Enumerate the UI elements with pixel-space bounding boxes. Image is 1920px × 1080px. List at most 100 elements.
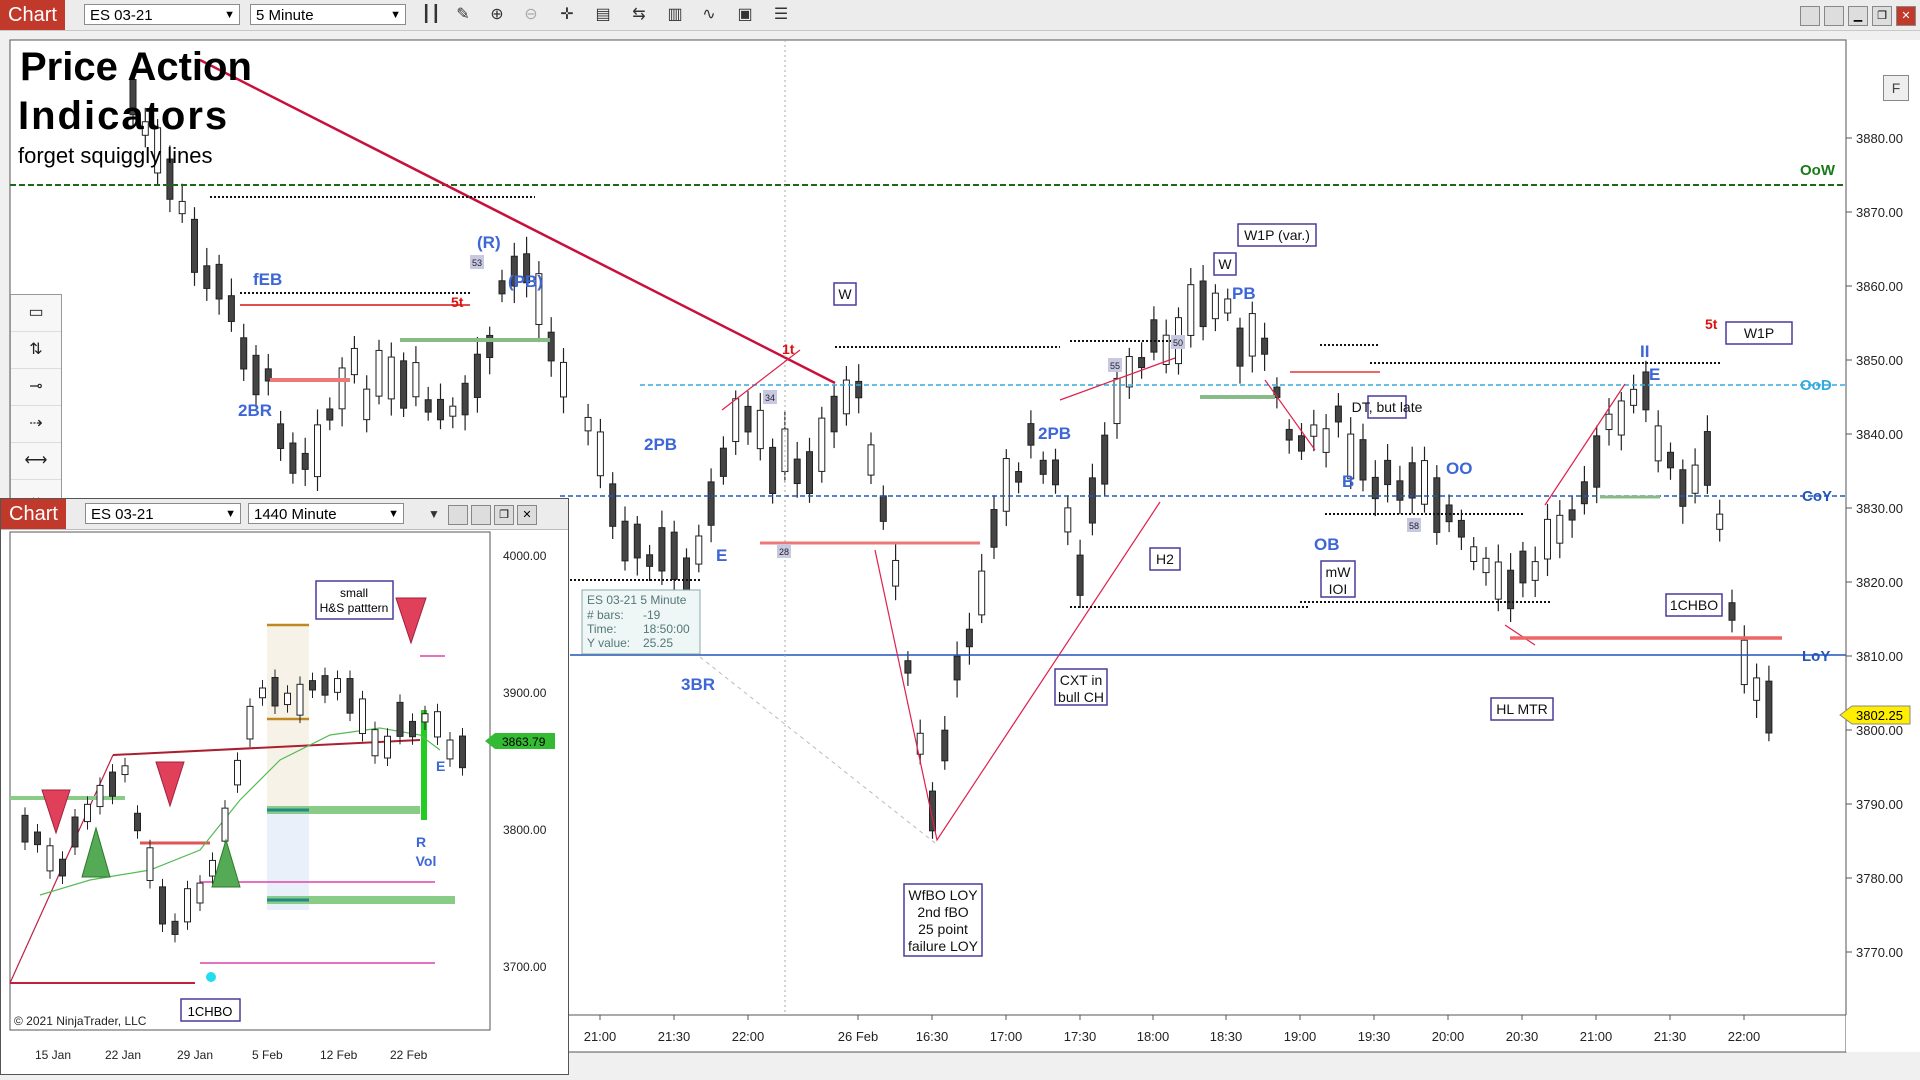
- ood-label: OoD: [1800, 377, 1832, 394]
- annotation-text: W1P: [1744, 325, 1774, 341]
- title-line-1: Price Action: [20, 45, 252, 89]
- count-label: 55: [1110, 361, 1120, 371]
- minimize-button[interactable]: ▁: [1848, 6, 1868, 26]
- data-series-icon[interactable]: ▥: [664, 4, 686, 26]
- count-label: 50: [1173, 338, 1183, 348]
- annotation-text: 25 point: [918, 921, 968, 937]
- price-tick: 3880.00: [1856, 131, 1903, 146]
- inset-chart-window[interactable]: Chart ES 03-21 ▼ 1440 Minute ▼ ▼ ❐ ✕ 400…: [0, 498, 569, 1075]
- annotation-text: HL MTR: [1496, 701, 1548, 717]
- count-label: 58: [1409, 521, 1419, 531]
- info-time-value: 18:50:00: [643, 622, 690, 636]
- count-label: 53: [472, 258, 482, 268]
- chart-tab[interactable]: Chart: [0, 0, 65, 30]
- annotation-text: H2: [1156, 551, 1174, 567]
- label-5t: 5t: [1705, 316, 1718, 332]
- annotation-text: bull CH: [1058, 689, 1104, 705]
- price-tick: 3780.00: [1856, 871, 1903, 886]
- label-3br: 3BR: [681, 675, 715, 694]
- annotation-text: CXT in: [1060, 672, 1103, 688]
- crosshair-icon[interactable]: ✛: [556, 4, 578, 26]
- inset-restore-button[interactable]: ❐: [494, 505, 514, 525]
- label-feb: fEB: [253, 270, 282, 289]
- inset-date: 12 Feb: [320, 1048, 358, 1062]
- line-icon[interactable]: ⊸: [11, 369, 61, 406]
- ray-icon[interactable]: ⇢: [11, 406, 61, 443]
- f-button[interactable]: F: [1883, 75, 1909, 101]
- pencil-icon[interactable]: ✎: [452, 4, 474, 26]
- restore-button[interactable]: ❐: [1872, 6, 1892, 26]
- count-label: 34: [765, 393, 775, 403]
- interval-select[interactable]: 5 Minute ▼: [250, 4, 406, 25]
- zoom-in-icon[interactable]: ⊕: [486, 4, 508, 26]
- inset-chart-tab[interactable]: Chart: [1, 499, 66, 529]
- tile-button-2[interactable]: [1824, 6, 1844, 26]
- inset-tick: 3800.00: [503, 823, 547, 837]
- inset-interval-value: 1440 Minute: [254, 506, 337, 523]
- inset-toolbar: Chart ES 03-21 ▼ 1440 Minute ▼ ▼ ❐ ✕: [1, 499, 568, 530]
- time-tick: 17:00: [990, 1029, 1023, 1044]
- bars-type-icon[interactable]: ┃┃: [420, 4, 442, 26]
- inset-instrument-value: ES 03-21: [91, 506, 154, 523]
- info-line-1: ES 03-21 5 Minute: [587, 593, 687, 607]
- arrows-icon[interactable]: ⇅: [11, 332, 61, 369]
- list-icon[interactable]: ☰: [770, 4, 792, 26]
- annotation-text: 1CHBO: [1670, 597, 1718, 613]
- label-pb: (PB): [508, 272, 543, 291]
- inset-tick: 3700.00: [503, 960, 547, 974]
- inset-date: 29 Jan: [177, 1048, 213, 1062]
- inset-interval-select[interactable]: 1440 Minute ▼: [248, 503, 404, 524]
- current-price: 3802.25: [1856, 708, 1903, 723]
- zoom-out-icon[interactable]: ⊖: [520, 4, 542, 26]
- info-y-value: 25.25: [643, 636, 673, 650]
- time-tick: 18:30: [1210, 1029, 1243, 1044]
- inset-instrument-select[interactable]: ES 03-21 ▼: [85, 503, 241, 524]
- inset-date: 22 Jan: [105, 1048, 141, 1062]
- copyright: © 2021 NinjaTrader, LLC: [14, 1014, 147, 1028]
- annotation-text: WfBO LOY: [908, 887, 978, 903]
- time-tick: 21:00: [1580, 1029, 1613, 1044]
- tile-button[interactable]: [1800, 6, 1820, 26]
- annotation-text: failure LOY: [908, 938, 979, 954]
- ruler-icon[interactable]: ▭: [11, 295, 61, 332]
- toolbar: Chart ES 03-21 ▼ 5 Minute ▼ ┃┃ ✎ ⊕ ⊖ ✛ ▤ ⇆…: [0, 0, 1920, 31]
- highlight-zone-2: [267, 810, 309, 910]
- subtitle: forget squiggly lines: [18, 143, 212, 168]
- annotation-text: DT, but late: [1352, 399, 1423, 415]
- strategies-icon[interactable]: ⇆: [628, 4, 650, 26]
- properties-icon[interactable]: ▤: [592, 4, 614, 26]
- price-tick: 3870.00: [1856, 205, 1903, 220]
- inset-chart-svg[interactable]: 4000.00 3900.00 3800.00 3700.00 3863.79 …: [1, 529, 566, 1072]
- dropdown-icon[interactable]: ▼: [423, 503, 445, 525]
- label-ii: II: [1640, 342, 1649, 361]
- close-button[interactable]: ✕: [1896, 6, 1916, 26]
- drawing-objects-icon[interactable]: ▣: [734, 4, 756, 26]
- count-label: 28: [779, 547, 789, 557]
- inset-close-button[interactable]: ✕: [517, 505, 537, 525]
- price-tick: 3850.00: [1856, 353, 1903, 368]
- indicators-icon[interactable]: ∿: [698, 4, 720, 26]
- inset-tile-button-2[interactable]: [471, 505, 491, 525]
- time-tick: 19:30: [1358, 1029, 1391, 1044]
- time-tick: 20:00: [1432, 1029, 1465, 1044]
- instrument-select[interactable]: ES 03-21 ▼: [84, 4, 240, 25]
- title-line-2: Indicators: [18, 94, 229, 138]
- label-2br: 2BR: [238, 401, 272, 420]
- label-1t: 1t: [782, 341, 795, 357]
- price-tick: 3790.00: [1856, 797, 1903, 812]
- time-tick: 19:00: [1284, 1029, 1317, 1044]
- label-2pb-2: 2PB: [1038, 424, 1071, 443]
- info-bars-value: -19: [643, 608, 661, 622]
- extended-line-icon[interactable]: ⟷: [11, 443, 61, 480]
- price-tick: 3840.00: [1856, 427, 1903, 442]
- price-axis[interactable]: [1846, 40, 1920, 1052]
- oow-label: OoW: [1800, 162, 1836, 179]
- inset-tick: 3900.00: [503, 686, 547, 700]
- label-b: B: [1342, 472, 1354, 491]
- annotation-text: W: [1218, 256, 1232, 272]
- inset-date: 22 Feb: [390, 1048, 428, 1062]
- time-tick: 22:00: [732, 1029, 765, 1044]
- inset-tile-button[interactable]: [448, 505, 468, 525]
- inset-chbo-label: 1CHBO: [188, 1004, 233, 1019]
- label-5t-2: 5t: [451, 294, 464, 310]
